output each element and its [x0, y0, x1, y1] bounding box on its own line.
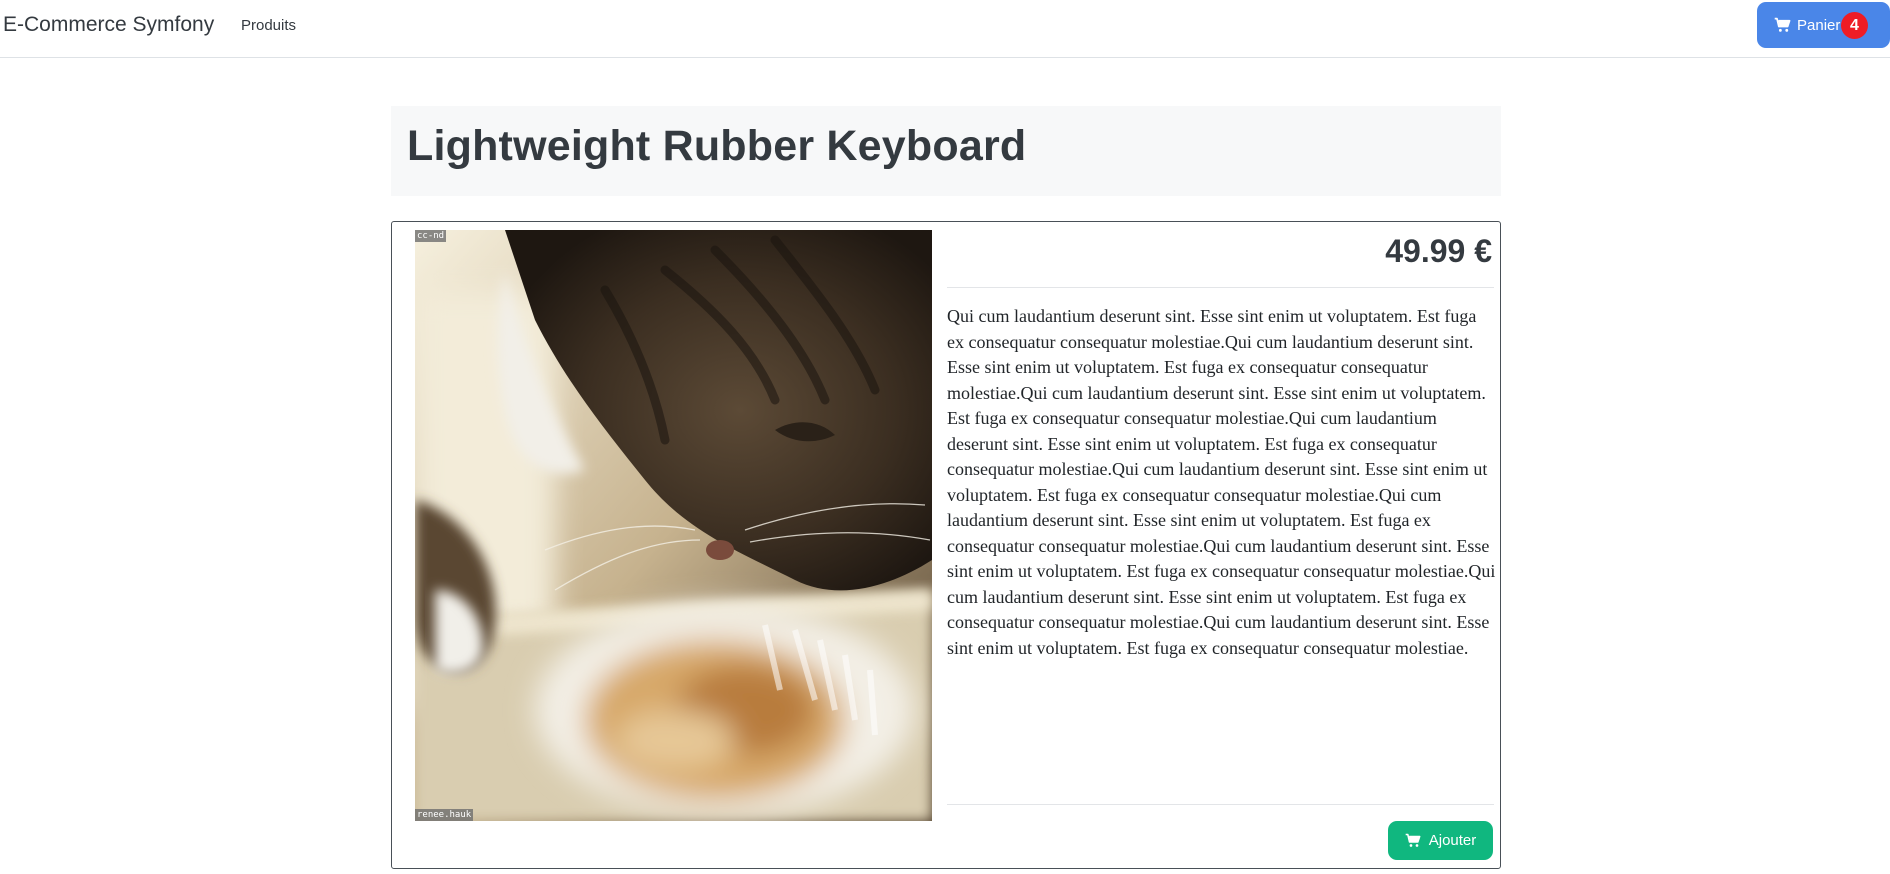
product-title: Lightweight Rubber Keyboard [407, 122, 1027, 170]
product-description: Qui cum laudantium deserunt sint. Esse s… [947, 306, 1496, 658]
cart-button[interactable]: Panier 4 [1757, 2, 1890, 48]
add-to-cart-label: Ajouter [1428, 832, 1477, 849]
product-card: cc-nd renee.hauk 49.99 € Qui cum laudant… [391, 221, 1501, 869]
image-license-label: cc-nd [415, 230, 447, 242]
cart-label: Panier [1797, 16, 1841, 34]
cart-icon [1774, 17, 1791, 32]
product-image: cc-nd renee.hauk [415, 230, 932, 821]
product-price: 49.99 € [1385, 233, 1492, 269]
nav-link-produits[interactable]: Produits [241, 17, 296, 34]
divider [947, 287, 1494, 288]
navbar: E-Commerce Symfony Produits Panier 4 [0, 0, 1890, 58]
cart-icon [1405, 833, 1421, 847]
brand-link[interactable]: E-Commerce Symfony [3, 13, 214, 37]
cart-count-badge: 4 [1841, 12, 1868, 39]
add-to-cart-button[interactable]: Ajouter [1388, 821, 1493, 860]
divider [947, 804, 1494, 805]
image-author-label: renee.hauk [415, 809, 474, 821]
title-jumbotron: Lightweight Rubber Keyboard [391, 106, 1501, 196]
